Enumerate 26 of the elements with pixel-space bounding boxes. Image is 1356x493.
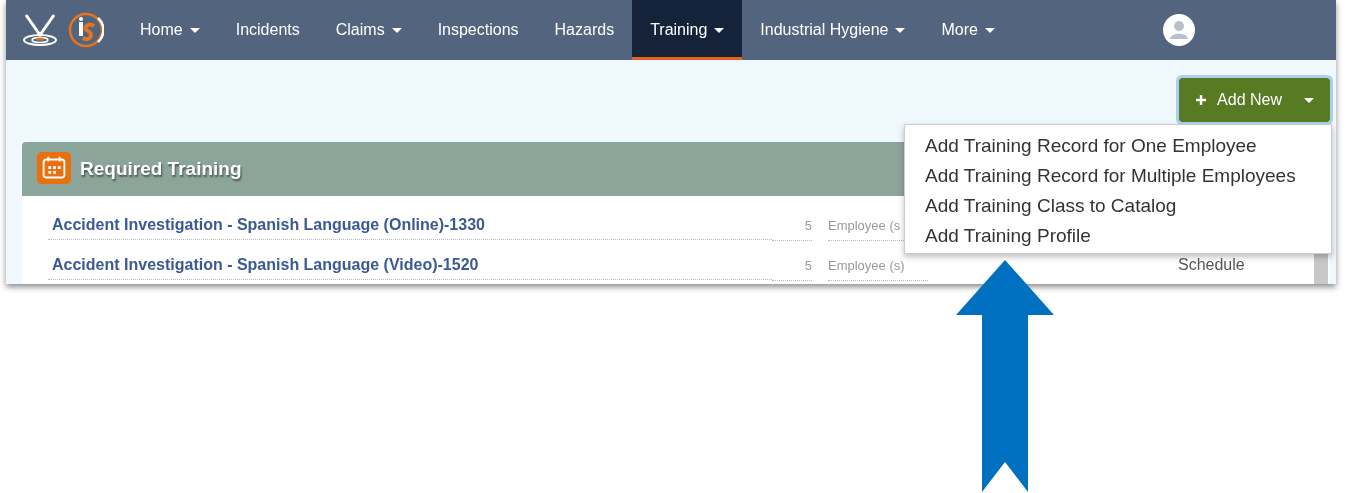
menu-item[interactable]: Add Training Record for Multiple Employees [905,161,1331,191]
plus-icon [1195,94,1208,106]
schedule-link[interactable]: Schedule [1178,256,1245,273]
nav-item[interactable]: Claims [317,0,420,60]
employee-count: 5 [772,218,812,241]
up-arrow-icon [955,260,1055,492]
nav-item[interactable]: Industrial Hygiene [742,0,924,60]
nav-item[interactable]: Incidents [217,0,318,60]
assignee-type: Employee (s) [828,258,928,281]
menu-item[interactable]: Add Training Class to Catalog [905,191,1331,221]
employee-count: 5 [772,258,812,281]
training-link[interactable]: Accident Investigation - Spanish Language (Online)-1330 [48,214,772,240]
panel-title: Required Training [80,158,242,180]
training-link[interactable]: Accident Investigation - Spanish Language (Video)-1520 [48,254,772,280]
nav-item[interactable]: Inspections [419,0,537,60]
nav-item[interactable]: Hazards [536,0,633,60]
nav-item[interactable]: Home [122,0,218,60]
scrollbar[interactable] [1314,252,1328,284]
calendar-icon [36,152,72,186]
nav-item[interactable]: More [923,0,1013,60]
add-new-button[interactable]: Add New [1179,78,1330,122]
menu-item[interactable]: Add Training Record for One Employee [905,131,1331,161]
nav-item[interactable]: Training [632,0,743,60]
user-avatar-icon[interactable] [1162,14,1195,46]
target-logo-icon [20,13,60,47]
logo-icon [68,12,104,48]
